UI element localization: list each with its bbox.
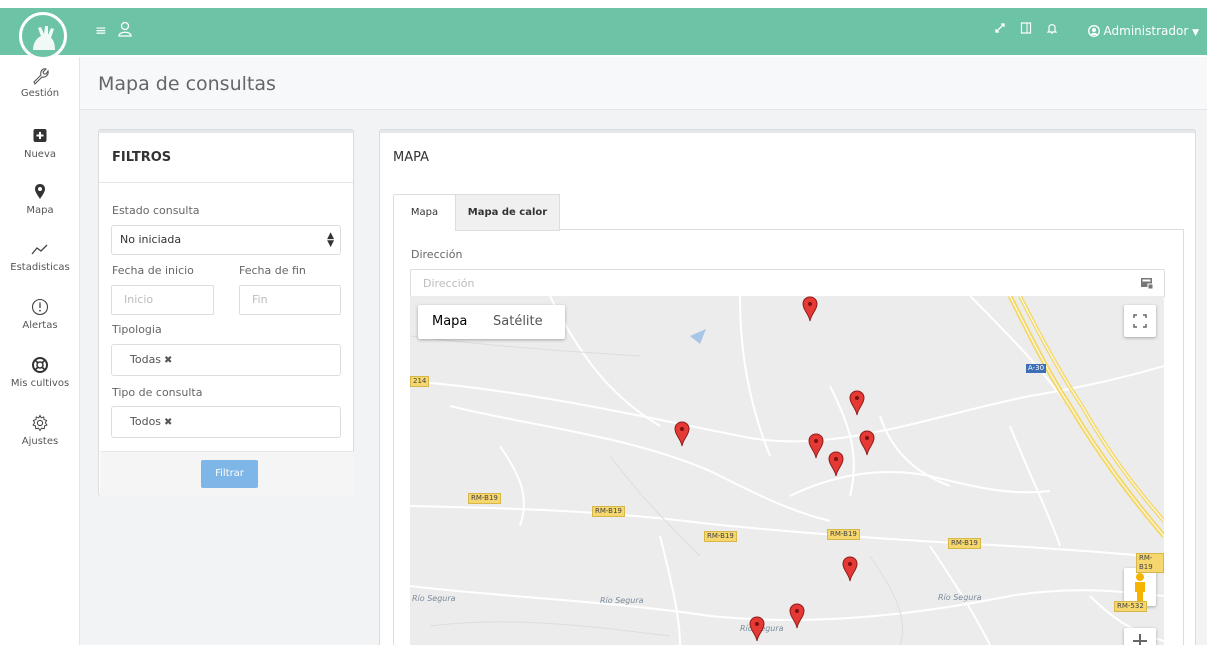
sidebar-item-ajustes[interactable]: Ajustes xyxy=(0,413,80,447)
fullscreen-icon xyxy=(1133,314,1147,328)
page-title: Mapa de consultas xyxy=(98,73,276,95)
estado-select[interactable]: No iniciada ▲ ▼ xyxy=(111,225,341,255)
map-roads xyxy=(410,296,1164,645)
tipo-tag[interactable]: Todos ✖ xyxy=(130,415,172,428)
road-label: 214 xyxy=(410,376,430,387)
sidebar-item-label: Nueva xyxy=(23,149,57,160)
map-marker[interactable] xyxy=(828,451,844,477)
road-label: RM-B19 xyxy=(827,529,860,540)
direccion-label: Dirección xyxy=(411,248,463,261)
plus-square-icon xyxy=(0,126,80,146)
road-label: RM-532 xyxy=(1114,601,1147,612)
filters-footer: Filtrar xyxy=(100,451,354,496)
user-icon[interactable] xyxy=(118,21,132,41)
sidebar: Gestión Nueva Mapa Estadisticas Alertas … xyxy=(0,57,80,645)
filtrar-button[interactable]: Filtrar xyxy=(201,460,258,488)
map-marker[interactable] xyxy=(674,421,690,447)
sidebar-item-mis-cultivos[interactable]: Mis cultivos xyxy=(0,355,80,389)
map-marker-icon xyxy=(0,182,80,202)
sidebar-item-label: Mapa xyxy=(26,205,54,216)
bell-icon[interactable] xyxy=(1046,21,1058,41)
tipo-label: Tipo de consulta xyxy=(112,386,203,399)
sidebar-item-nueva[interactable]: Nueva xyxy=(0,126,80,160)
estado-label: Estado consulta xyxy=(112,204,200,217)
gear-icon xyxy=(0,413,80,433)
road-label: RM-B19 xyxy=(1136,553,1164,573)
fecha-inicio-input[interactable]: Inicio xyxy=(111,285,214,315)
tag-label: Todos xyxy=(130,415,162,428)
sidebar-item-alertas[interactable]: Alertas xyxy=(0,297,80,331)
tipologia-multiselect[interactable]: Todas ✖ xyxy=(111,344,341,376)
filters-panel: FILTROS Estado consulta No iniciada ▲ ▼ F… xyxy=(98,129,354,496)
address-card-icon[interactable] xyxy=(1140,276,1154,293)
river-label: Río Segura xyxy=(412,594,456,603)
sidebar-item-label: Mis cultivos xyxy=(10,378,70,389)
tipologia-label: Tipologia xyxy=(112,323,162,336)
map-canvas[interactable]: Mapa Satélite 214 A-30 RM-B19 RM-B19 RM-… xyxy=(410,296,1164,645)
map-marker[interactable] xyxy=(749,616,765,642)
road-label: RM-B19 xyxy=(948,538,981,549)
line-chart-icon xyxy=(0,239,80,259)
road-label: RM-B19 xyxy=(704,531,737,542)
tipologia-tag[interactable]: Todas ✖ xyxy=(130,353,172,366)
logo-hands-icon xyxy=(33,26,55,50)
river-label: Río Segura xyxy=(938,593,982,602)
fecha-inicio-label: Fecha de inicio xyxy=(112,264,194,277)
sidebar-item-label: Ajustes xyxy=(21,436,59,447)
map-type-satelite[interactable]: Satélite xyxy=(493,305,543,339)
direccion-placeholder: Dirección xyxy=(423,277,475,290)
sidebar-item-gestion[interactable]: Gestión xyxy=(0,65,80,99)
remove-icon[interactable]: ✖ xyxy=(164,355,172,366)
top-bar: ≡ Administrador ▼ xyxy=(0,0,1207,60)
life-ring-icon xyxy=(0,355,80,375)
estado-value: No iniciada xyxy=(120,233,182,246)
map-type-mapa[interactable]: Mapa xyxy=(432,305,467,339)
app-logo[interactable] xyxy=(17,12,69,60)
road-label: RM-B19 xyxy=(468,493,501,504)
river-label: Río Segura xyxy=(600,596,644,605)
sidebar-item-label: Estadisticas xyxy=(10,262,70,273)
remove-icon[interactable]: ✖ xyxy=(164,417,172,428)
filters-title: FILTROS xyxy=(112,150,172,165)
tipo-multiselect[interactable]: Todos ✖ xyxy=(111,406,341,438)
sidebar-item-label: Alertas xyxy=(22,320,58,331)
page-header: Mapa de consultas xyxy=(80,57,1207,110)
map-title: MAPA xyxy=(393,150,430,165)
tag-label: Todas xyxy=(130,353,162,366)
sidebar-item-estadisticas[interactable]: Estadisticas xyxy=(0,239,80,273)
map-type-control: Mapa Satélite xyxy=(418,305,565,339)
wrench-icon xyxy=(0,65,80,85)
fecha-fin-label: Fecha de fin xyxy=(239,264,306,277)
user-menu[interactable]: Administrador ▼ xyxy=(1087,22,1199,42)
map-marker[interactable] xyxy=(789,603,805,629)
divider xyxy=(99,182,353,183)
expand-icon[interactable] xyxy=(994,21,1006,41)
zoom-in-button[interactable] xyxy=(1124,628,1156,645)
user-circle-icon xyxy=(1087,24,1104,38)
highway-label: A-30 xyxy=(1026,364,1047,373)
map-marker[interactable] xyxy=(859,430,875,456)
direccion-input[interactable]: Dirección xyxy=(410,269,1165,298)
sidebar-item-mapa[interactable]: Mapa xyxy=(0,182,80,216)
map-marker[interactable] xyxy=(802,296,818,322)
fecha-fin-input[interactable]: Fin xyxy=(239,285,341,315)
panel-icon[interactable] xyxy=(1020,21,1032,41)
road-label: RM-B19 xyxy=(592,506,625,517)
tab-mapa-de-calor[interactable]: Mapa de calor xyxy=(455,194,560,231)
plus-icon xyxy=(1133,634,1147,645)
map-marker[interactable] xyxy=(849,390,865,416)
fullscreen-button[interactable] xyxy=(1124,305,1156,337)
alert-circle-icon xyxy=(0,297,80,317)
sidebar-item-label: Gestión xyxy=(20,88,60,99)
hamburger-icon[interactable]: ≡ xyxy=(95,21,107,41)
map-marker[interactable] xyxy=(808,433,824,459)
caret-down-icon: ▼ xyxy=(1192,28,1199,38)
select-arrows-icon: ▲ ▼ xyxy=(327,231,334,249)
tab-mapa[interactable]: Mapa xyxy=(393,194,456,231)
admin-label: Administrador xyxy=(1103,24,1189,38)
map-marker[interactable] xyxy=(842,556,858,582)
